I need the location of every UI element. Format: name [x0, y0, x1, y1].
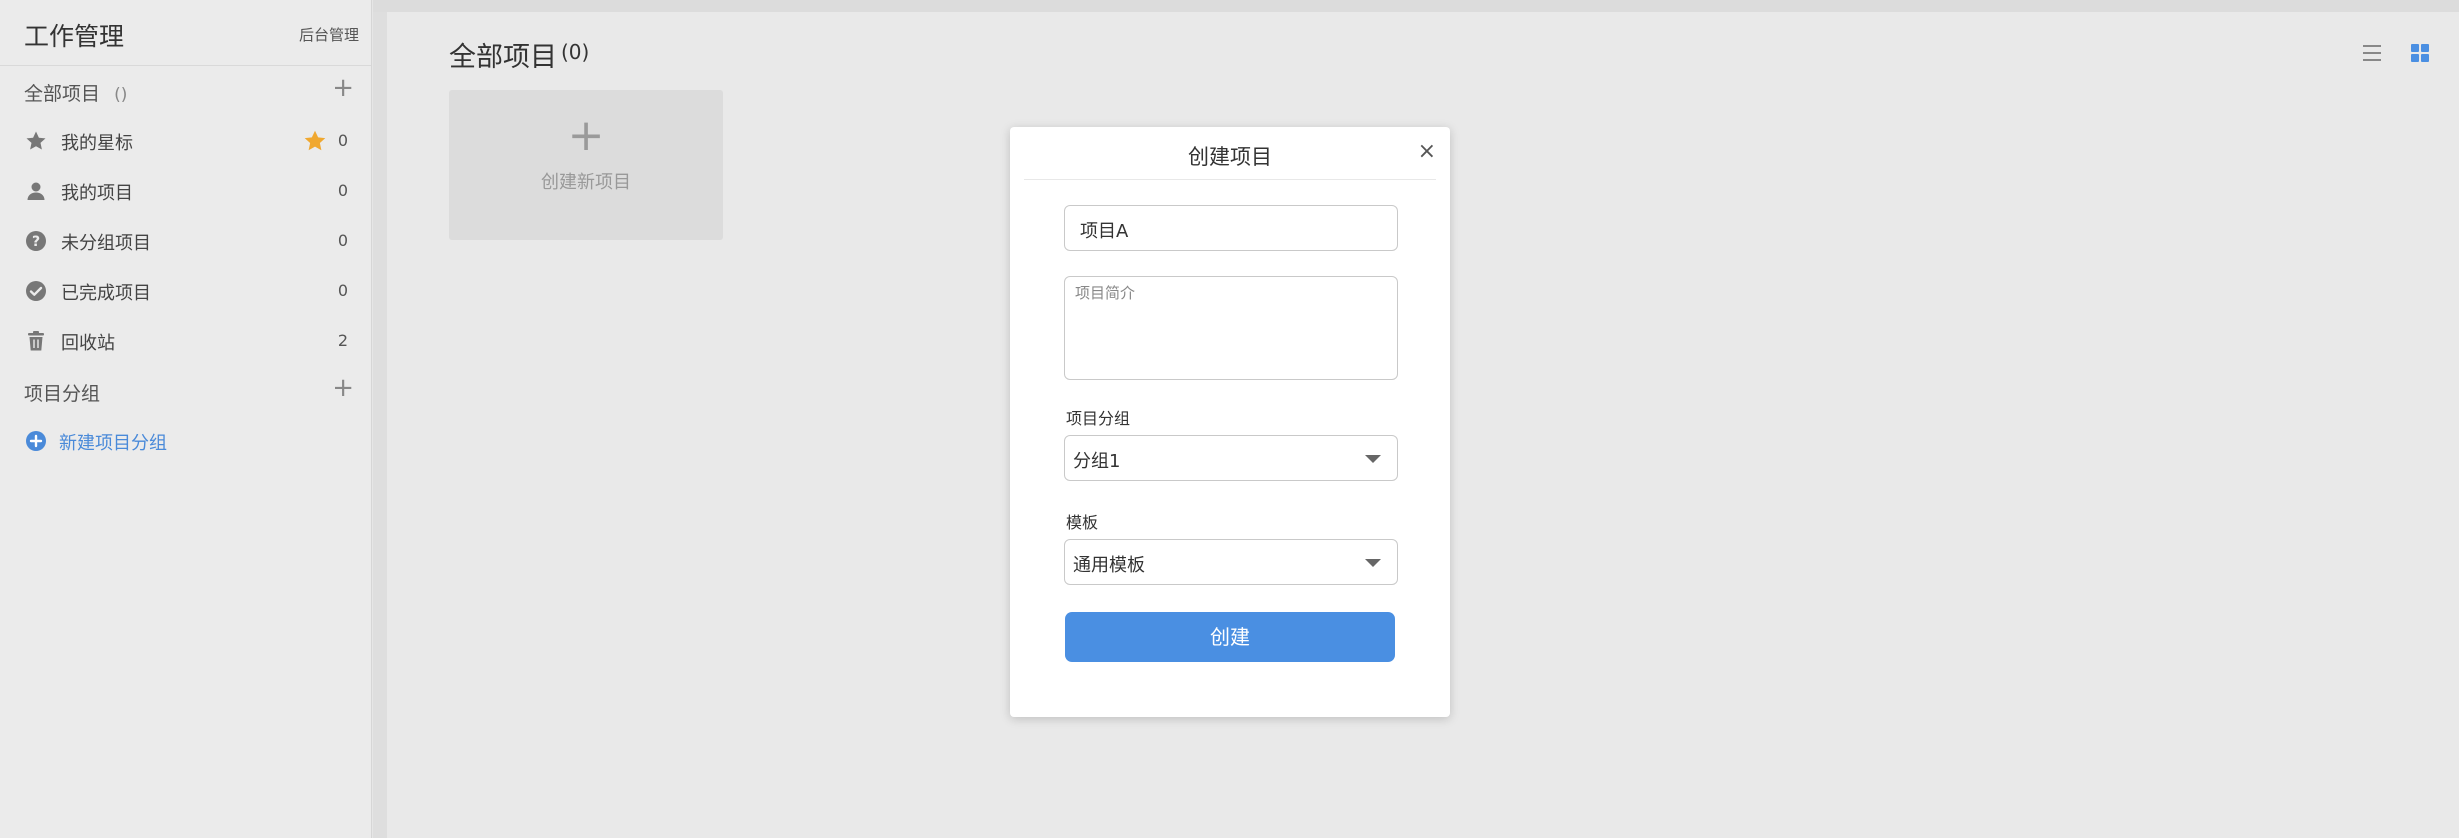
sidebar-item-label: 我的星标	[61, 133, 133, 154]
plus-circle-icon	[26, 431, 46, 451]
page-title: 全部项目	[449, 42, 557, 73]
sidebar-item-label: 我的项目	[61, 183, 133, 204]
description-placeholder: 项目简介	[1075, 284, 1136, 302]
close-icon[interactable]: ×	[1418, 141, 1436, 163]
template-select-value: 通用模板	[1073, 555, 1145, 576]
sidebar-item-count: 0	[337, 181, 348, 200]
sidebar-item-trash[interactable]: 回收站 2	[0, 316, 372, 366]
sidebar-item-count: 0	[337, 131, 348, 150]
add-project-icon[interactable]: +	[332, 75, 354, 101]
template-label: 模板	[1066, 513, 1099, 532]
sidebar-item-completed[interactable]: 已完成项目 0	[0, 266, 372, 316]
sidebar-item-my-projects[interactable]: 我的项目 0	[0, 166, 372, 216]
sidebar-item-count: 0	[337, 231, 348, 250]
sidebar-item-all-projects[interactable]: 全部项目 () +	[0, 66, 372, 116]
sidebar-item-label: 未分组项目	[61, 233, 151, 254]
new-project-label: 创建新项目	[541, 172, 631, 193]
template-select[interactable]: 通用模板	[1064, 539, 1398, 585]
group-select-value: 分组1	[1073, 451, 1121, 472]
sidebar-section-groups: 项目分组 +	[0, 366, 372, 416]
groups-header: 项目分组	[24, 383, 101, 405]
new-project-card[interactable]: + 创建新项目	[449, 90, 723, 240]
content-gutter	[373, 12, 387, 838]
all-projects-label: 全部项目 ()	[24, 83, 128, 105]
new-group-link[interactable]: 新建项目分组	[0, 416, 372, 466]
top-strip	[373, 0, 2459, 12]
project-description-textarea[interactable]: 项目简介	[1064, 276, 1398, 380]
sidebar-item-label: 已完成项目	[61, 283, 151, 304]
add-group-icon[interactable]: +	[332, 375, 354, 401]
group-select[interactable]: 分组1	[1064, 435, 1398, 481]
user-icon	[27, 182, 45, 200]
project-name-value: 项目A	[1080, 221, 1129, 242]
sidebar-item-count: 2	[337, 331, 348, 350]
chevron-down-icon	[1365, 455, 1381, 463]
check-circle-icon	[26, 281, 46, 301]
admin-link[interactable]: 后台管理	[299, 24, 359, 45]
star-icon	[26, 131, 46, 150]
trash-icon	[28, 331, 44, 351]
question-icon: ?	[26, 231, 46, 251]
star-badge-icon	[304, 130, 326, 151]
create-project-dialog: 创建项目 × 项目A 项目简介 项目分组 分组1 模板 通用模板 创建	[1010, 127, 1450, 717]
plus-icon: +	[567, 110, 605, 161]
list-view-icon[interactable]	[2360, 41, 2384, 65]
sidebar-item-count: 0	[337, 281, 348, 300]
all-projects-count: ()	[114, 85, 128, 105]
svg-text:?: ?	[32, 234, 40, 250]
chevron-down-icon	[1365, 559, 1381, 567]
dialog-divider	[1024, 179, 1436, 180]
dialog-title: 创建项目	[1188, 145, 1272, 169]
new-group-label: 新建项目分组	[59, 433, 167, 454]
project-name-input[interactable]: 项目A	[1064, 205, 1398, 251]
sidebar-item-label: 回收站	[61, 333, 115, 354]
sidebar-header: 工作管理 后台管理	[0, 0, 371, 66]
app-title: 工作管理	[24, 22, 125, 51]
create-button[interactable]: 创建	[1065, 612, 1395, 662]
sidebar-item-ungrouped[interactable]: ? 未分组项目 0	[0, 216, 372, 266]
group-label: 项目分组	[1066, 409, 1131, 428]
sidebar: 工作管理 后台管理 全部项目 () + 我的星标 0 我的项目 0 ? 未分组项…	[0, 0, 372, 838]
grid-view-icon[interactable]	[2408, 41, 2432, 65]
page-count: (0)	[561, 40, 590, 64]
sidebar-item-starred[interactable]: 我的星标 0	[0, 116, 372, 166]
